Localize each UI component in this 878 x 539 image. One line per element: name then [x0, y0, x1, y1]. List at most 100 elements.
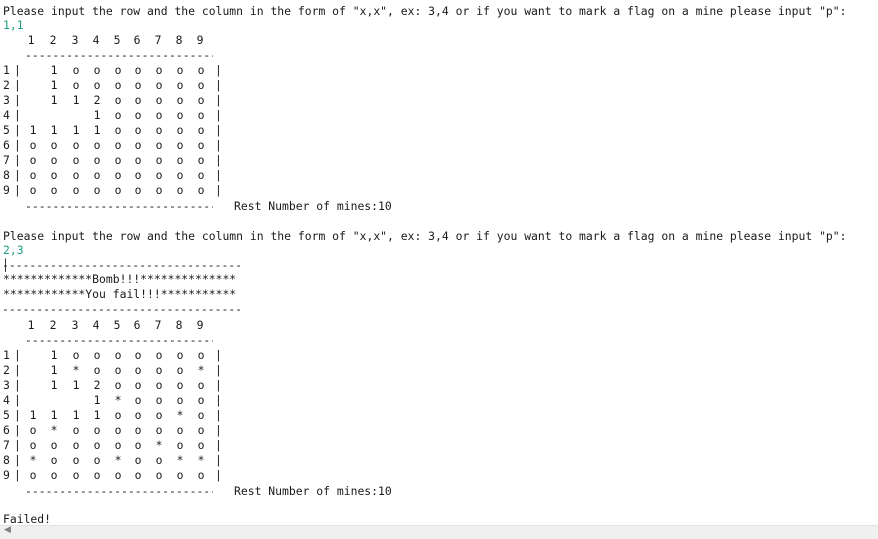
board-cell: o [176, 363, 184, 377]
board-cell: * [197, 363, 205, 377]
board-cell: o [114, 183, 122, 197]
board-cell: o [114, 438, 122, 452]
board-cell: o [197, 93, 205, 107]
board-cell: o [134, 378, 142, 392]
board-cell: 1 [50, 378, 58, 392]
board-cell: o [114, 423, 122, 437]
board-cell: o [176, 63, 184, 77]
board-cell: 1 [50, 348, 58, 362]
board-cell: o [72, 138, 80, 152]
board-cell: o [114, 468, 122, 482]
board-cell: o [176, 438, 184, 452]
board-cell: o [197, 153, 205, 167]
board-cell [27, 78, 39, 93]
bomb-message: *************Bomb!!!************** [3, 272, 237, 286]
board-cell: o [72, 423, 80, 437]
board-right-border: | [215, 78, 222, 92]
board-left-border: | [14, 93, 21, 107]
board-cell: o [155, 123, 163, 137]
board-cell: o [197, 138, 205, 152]
board-cell: o [72, 153, 80, 167]
row-label: 1 [3, 63, 10, 77]
board-cell: o [134, 183, 142, 197]
board-cell: o [29, 423, 37, 437]
board-cell: o [72, 63, 80, 77]
board-cell: o [134, 138, 142, 152]
board-cell: o [114, 93, 122, 107]
board-cell: o [176, 393, 184, 407]
column-header: 4 [92, 318, 100, 332]
board-cell: o [72, 453, 80, 467]
board-cell: o [134, 108, 142, 122]
board-left-border: | [14, 378, 21, 392]
board-cell [27, 393, 39, 408]
board-cell: o [134, 393, 142, 407]
row-label: 3 [3, 93, 10, 107]
rest-mines-counter: Rest Number of mines:10 [234, 199, 392, 213]
scrollbar-thumb[interactable] [18, 529, 858, 535]
board-cell: 1 [50, 363, 58, 377]
scroll-left-arrow-icon[interactable]: ◀ [4, 525, 11, 535]
board-left-border: | [14, 423, 21, 437]
board-right-border: | [215, 108, 222, 122]
board-cell: o [155, 378, 163, 392]
board-cell: o [134, 123, 142, 137]
board-cell: o [155, 453, 163, 467]
board-cell: 2 [93, 378, 101, 392]
board-cell: o [134, 153, 142, 167]
board-cell: o [134, 93, 142, 107]
board-cell [27, 348, 39, 363]
row-label: 3 [3, 378, 10, 392]
board-cell: o [72, 348, 80, 362]
board-cell: * [176, 408, 184, 422]
board-right-border: | [215, 423, 222, 437]
board-cell: 1 [50, 123, 58, 137]
board-cell [27, 363, 39, 378]
board-cell: o [134, 408, 142, 422]
board-cell: o [93, 423, 101, 437]
board-cell: o [197, 378, 205, 392]
board-cell: 1 [50, 93, 58, 107]
horizontal-scrollbar[interactable]: ◀ [0, 525, 878, 539]
board-cell [27, 108, 39, 123]
board-left-border: | [14, 453, 21, 467]
board-cell: o [50, 153, 58, 167]
board-cell: o [197, 468, 205, 482]
prompt-line: Please input the row and the column in t… [3, 4, 847, 18]
column-header: 9 [196, 318, 204, 332]
board-left-border: | [14, 138, 21, 152]
board-cell: o [29, 468, 37, 482]
rest-mines-counter: Rest Number of mines:10 [234, 484, 392, 498]
board-cell: o [72, 468, 80, 482]
board-cell: 2 [93, 93, 101, 107]
board-right-border: | [215, 363, 222, 377]
board-cell: o [155, 363, 163, 377]
board-cell: o [155, 153, 163, 167]
board-cell: o [176, 168, 184, 182]
row-label: 4 [3, 108, 10, 122]
board-left-border: | [14, 63, 21, 77]
board-cell: o [29, 153, 37, 167]
row-label: 7 [3, 153, 10, 167]
board-cell: o [50, 138, 58, 152]
board-cell: o [93, 468, 101, 482]
column-header: 7 [154, 33, 162, 47]
row-label: 1 [3, 348, 10, 362]
board-cell: o [114, 123, 122, 137]
board-cell: o [93, 348, 101, 362]
board-cell: o [114, 168, 122, 182]
user-input-1: 1,1 [3, 18, 24, 32]
board-cell: o [155, 63, 163, 77]
board-top-border: ---------------------------- [25, 333, 213, 347]
board-cell: 1 [50, 408, 58, 422]
board-left-border: | [14, 468, 21, 482]
board-right-border: | [215, 63, 222, 77]
board-cell: o [134, 453, 142, 467]
board-cell: * [114, 453, 122, 467]
row-label: 8 [3, 168, 10, 182]
board-cell: 1 [93, 408, 101, 422]
column-header: 1 [27, 318, 35, 332]
board-cell: o [50, 468, 58, 482]
board-bottom-border: ---------------------------- [25, 484, 213, 498]
board-cell: o [93, 138, 101, 152]
